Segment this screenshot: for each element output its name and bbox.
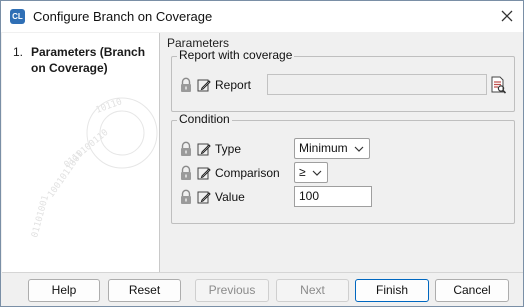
svg-text:1001011001: 1001011001 [46, 150, 85, 200]
type-select[interactable]: Minimum [294, 138, 370, 159]
comparison-row: Comparison [179, 162, 280, 184]
type-row: Type [179, 138, 241, 160]
dialog-window: CL Configure Branch on Coverage 1. Param… [0, 0, 524, 307]
report-field[interactable] [267, 74, 487, 95]
condition-group: Condition Type Minimum Comparison ≥ Valu… [171, 112, 515, 224]
finish-button[interactable]: Finish [355, 279, 429, 302]
report-row: Report [179, 74, 251, 96]
lock-icon[interactable] [179, 189, 193, 205]
close-button[interactable] [495, 5, 519, 27]
lock-icon[interactable] [179, 141, 193, 157]
report-label: Report [215, 78, 252, 92]
next-button[interactable]: Next [276, 279, 349, 302]
help-button[interactable]: Help [28, 279, 100, 302]
value-input[interactable]: 100 [294, 186, 372, 207]
window-title: Configure Branch on Coverage [33, 9, 213, 24]
step-label: Parameters (Branch on Coverage) [31, 45, 146, 75]
close-icon [501, 10, 513, 22]
button-bar: Help Reset Previous Next Finish Cancel [2, 272, 523, 306]
chevron-down-icon [312, 170, 322, 176]
chevron-down-icon [354, 146, 364, 152]
group-legend: Condition [177, 112, 232, 126]
type-label: Type [215, 142, 242, 156]
pencil-icon[interactable] [197, 166, 211, 180]
report-with-coverage-group: Report with coverage Report [171, 48, 515, 112]
step-number: 1. [13, 45, 24, 59]
previous-button[interactable]: Previous [195, 279, 269, 302]
type-select-value: Minimum [299, 141, 348, 155]
cancel-button[interactable]: Cancel [435, 279, 509, 302]
group-legend: Report with coverage [177, 48, 295, 62]
parameters-panel: Parameters Report with coverage Report C… [162, 33, 523, 272]
lock-icon[interactable] [179, 77, 193, 93]
browse-report-icon[interactable] [489, 76, 507, 94]
comparison-select[interactable]: ≥ [294, 162, 328, 183]
wizard-steps-panel: 1. Parameters (Branch on Coverage) 01101… [2, 33, 160, 272]
title-bar: CL Configure Branch on Coverage [1, 1, 523, 32]
wizard-step-parameters[interactable]: 1. Parameters (Branch on Coverage) [13, 44, 159, 76]
pencil-icon[interactable] [197, 142, 211, 156]
value-label: Value [215, 190, 245, 204]
svg-text:01101001: 01101001 [30, 194, 51, 238]
comparison-select-value: ≥ [299, 165, 306, 179]
pencil-icon[interactable] [197, 190, 211, 204]
app-icon: CL [10, 9, 25, 24]
reset-button[interactable]: Reset [108, 279, 181, 302]
pencil-icon[interactable] [197, 78, 211, 92]
binary-swirl-decoration: 0110100110 1001011001 01101001 10110 [30, 97, 158, 239]
value-row: Value [179, 186, 245, 208]
lock-icon[interactable] [179, 165, 193, 181]
comparison-label: Comparison [215, 166, 280, 180]
